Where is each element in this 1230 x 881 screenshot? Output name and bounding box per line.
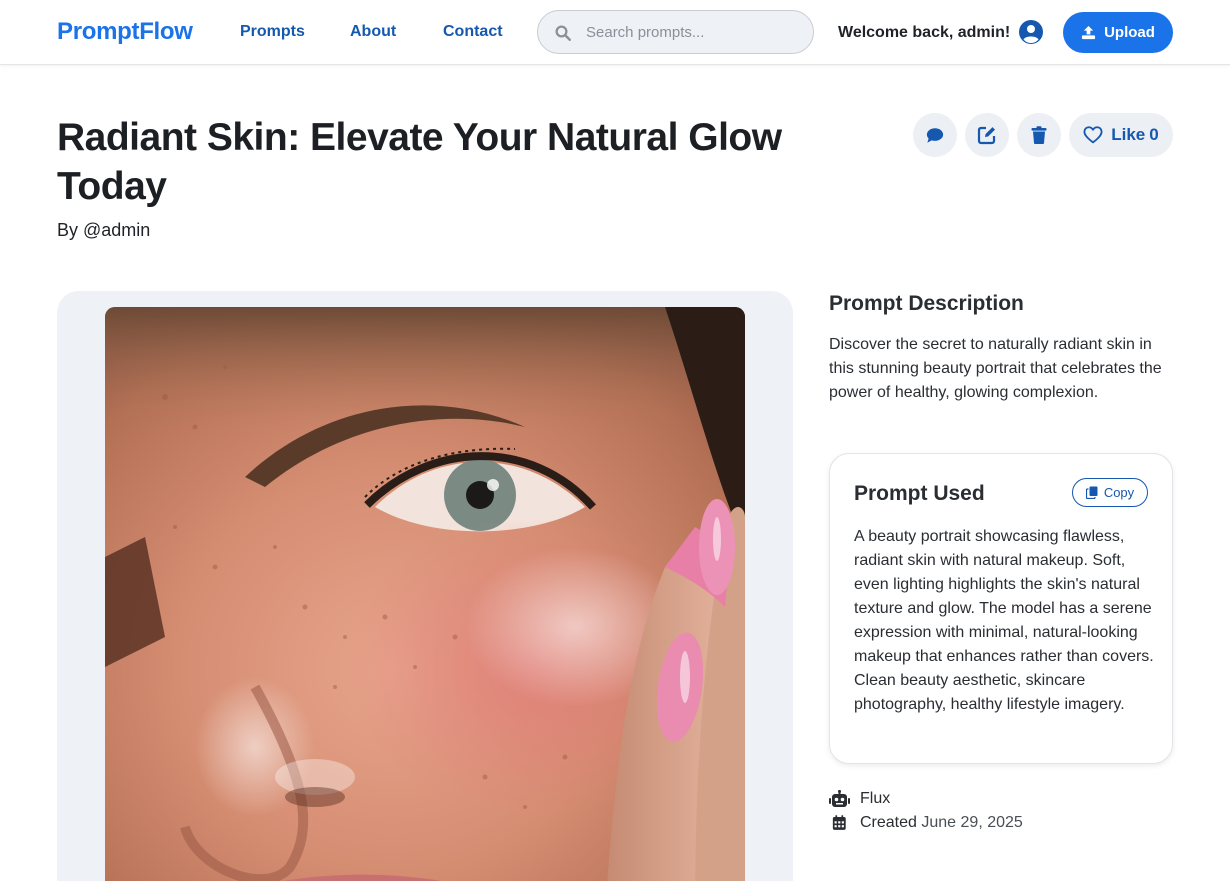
edit-button[interactable] bbox=[965, 113, 1009, 157]
model-row: Flux bbox=[829, 790, 890, 808]
prompt-text: A beauty portrait showcasing flawless, r… bbox=[854, 528, 1154, 713]
prompt-used-heading: Prompt Used bbox=[854, 482, 985, 505]
page-title: Radiant Skin: Elevate Your Natural Glow … bbox=[57, 116, 782, 208]
prompt-used-card: Prompt Used Copy A beauty portrait showc… bbox=[829, 453, 1173, 764]
description-heading: Prompt Description bbox=[829, 292, 1024, 315]
created-label: Created bbox=[860, 814, 917, 831]
robot-icon bbox=[829, 790, 850, 807]
like-button[interactable]: Like 0 bbox=[1069, 113, 1173, 157]
comment-button[interactable] bbox=[913, 113, 957, 157]
model-name: Flux bbox=[860, 790, 891, 807]
user-circle-icon[interactable] bbox=[1019, 20, 1043, 44]
brand-logo[interactable]: PromptFlow bbox=[57, 18, 193, 46]
like-count: 0 bbox=[1149, 125, 1159, 144]
prompt-result-image[interactable] bbox=[105, 307, 745, 881]
image-panel bbox=[57, 291, 793, 881]
nav-link-about[interactable]: About bbox=[350, 23, 396, 41]
upload-button[interactable]: Upload bbox=[1063, 12, 1173, 53]
nav-link-contact[interactable]: Contact bbox=[443, 23, 503, 41]
upload-icon bbox=[1082, 25, 1096, 40]
heart-icon bbox=[1083, 126, 1103, 144]
created-row: Created June 29, 2025 bbox=[829, 814, 1023, 832]
search-bar bbox=[537, 10, 814, 54]
comment-icon bbox=[926, 127, 944, 143]
search-input[interactable] bbox=[586, 11, 806, 53]
nav-link-prompts[interactable]: Prompts bbox=[240, 23, 305, 41]
calendar-icon bbox=[832, 815, 846, 830]
top-navbar: PromptFlow Prompts About Contact Welcome… bbox=[0, 0, 1230, 65]
welcome-message: Welcome back, admin! bbox=[838, 24, 1011, 41]
created-date: June 29, 2025 bbox=[921, 814, 1023, 831]
edit-icon bbox=[977, 126, 996, 145]
author-byline[interactable]: By @admin bbox=[57, 220, 150, 241]
copy-icon bbox=[1085, 486, 1098, 499]
search-icon bbox=[555, 25, 571, 41]
like-label: Like bbox=[1111, 125, 1146, 144]
description-text: Discover the secret to naturally radiant… bbox=[829, 336, 1162, 401]
upload-label: Upload bbox=[1104, 24, 1155, 41]
copy-label: Copy bbox=[1103, 485, 1135, 500]
copy-button[interactable]: Copy bbox=[1072, 478, 1148, 507]
delete-button[interactable] bbox=[1017, 113, 1061, 157]
trash-icon bbox=[1031, 126, 1047, 144]
